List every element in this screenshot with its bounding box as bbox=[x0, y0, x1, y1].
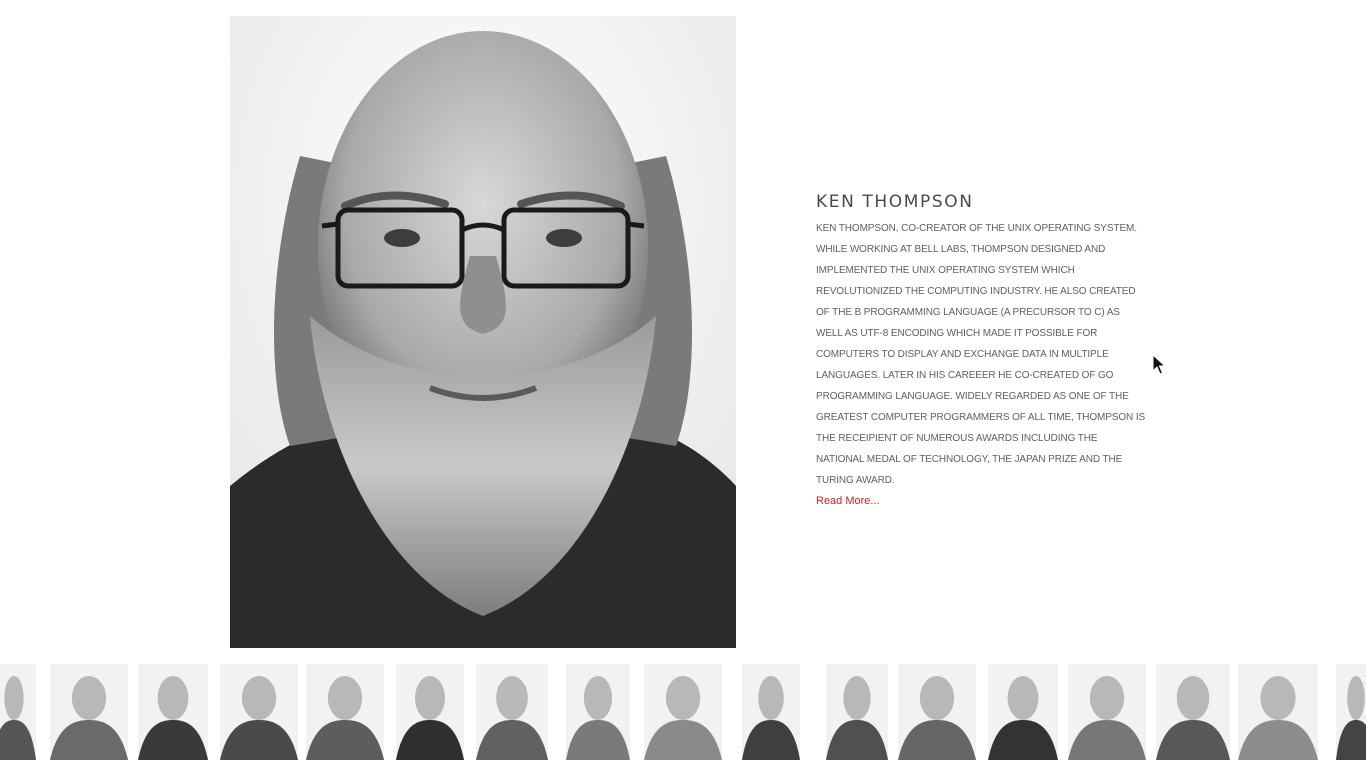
featured-portrait bbox=[230, 16, 736, 648]
thumbnail-image bbox=[50, 664, 128, 760]
portrait-thumbnail[interactable] bbox=[742, 664, 800, 760]
thumbnail-image bbox=[1068, 664, 1146, 760]
portrait-thumbnail[interactable] bbox=[138, 664, 208, 760]
thumbnail-image bbox=[1156, 664, 1230, 760]
thumbnail-image bbox=[826, 664, 888, 760]
portrait-thumbnail[interactable] bbox=[1156, 664, 1230, 760]
thumbnail-image bbox=[566, 664, 630, 760]
thumbnail-image bbox=[644, 664, 722, 760]
portrait-thumbnail[interactable] bbox=[0, 664, 36, 760]
thumbnail-image bbox=[138, 664, 208, 760]
portrait-thumbnail[interactable] bbox=[396, 664, 464, 760]
portrait-thumbnail[interactable] bbox=[988, 664, 1058, 760]
portrait-thumbnail[interactable] bbox=[566, 664, 630, 760]
portrait-thumbnail-strip bbox=[0, 664, 1366, 768]
bio-panel: KEN THOMPSON KEN THOMPSON, CO-CREATOR OF… bbox=[816, 192, 1146, 509]
portrait-thumbnail[interactable] bbox=[1336, 664, 1366, 760]
thumbnail-image bbox=[1238, 664, 1318, 760]
portrait-thumbnail[interactable] bbox=[1238, 664, 1318, 760]
portrait-thumbnail[interactable] bbox=[50, 664, 128, 760]
thumbnail-image bbox=[476, 664, 548, 760]
mouse-pointer-icon bbox=[1152, 353, 1167, 381]
portrait-image bbox=[230, 16, 736, 648]
thumbnail-image bbox=[988, 664, 1058, 760]
read-more-link[interactable]: Read More... bbox=[816, 495, 880, 507]
portrait-thumbnail[interactable] bbox=[1068, 664, 1146, 760]
portrait-thumbnail[interactable] bbox=[644, 664, 722, 760]
thumbnail-image bbox=[742, 664, 800, 760]
person-bio: KEN THOMPSON, CO-CREATOR OF THE UNIX OPE… bbox=[816, 223, 1146, 486]
portrait-thumbnail[interactable] bbox=[306, 664, 384, 760]
thumbnail-image bbox=[898, 664, 976, 760]
thumbnail-image bbox=[220, 664, 298, 760]
person-name: KEN THOMPSON bbox=[816, 192, 974, 212]
portrait-thumbnail[interactable] bbox=[898, 664, 976, 760]
portrait-thumbnail[interactable] bbox=[220, 664, 298, 760]
thumbnail-image bbox=[306, 664, 384, 760]
thumbnail-image bbox=[0, 664, 36, 760]
portrait-thumbnail[interactable] bbox=[826, 664, 888, 760]
portrait-thumbnail[interactable] bbox=[476, 664, 548, 760]
thumbnail-image bbox=[1336, 664, 1366, 760]
thumbnail-image bbox=[396, 664, 464, 760]
